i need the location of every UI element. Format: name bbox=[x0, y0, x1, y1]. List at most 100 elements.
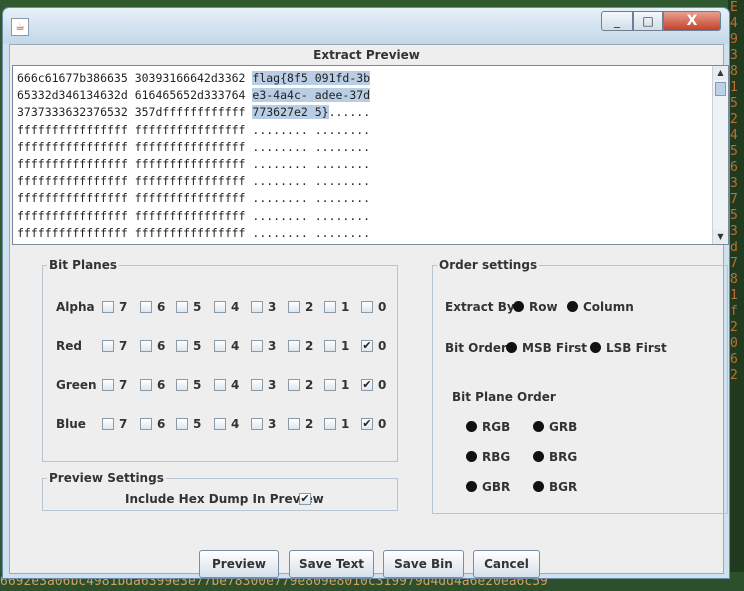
bit-checkbox[interactable] bbox=[251, 418, 263, 430]
bit-plane-order-label: Bit Plane Order bbox=[452, 390, 556, 404]
bit-checkbox[interactable] bbox=[102, 379, 114, 391]
bit-label: 3 bbox=[268, 300, 277, 314]
bit-label: 6 bbox=[157, 417, 166, 431]
bit-checkbox[interactable]: ✔ bbox=[361, 418, 373, 430]
extract-by-column-radio[interactable] bbox=[567, 301, 578, 312]
background-char: 2 bbox=[730, 368, 738, 383]
bit-label: 2 bbox=[305, 300, 314, 314]
bit-order-lsb-label: LSB First bbox=[606, 341, 667, 355]
bit-checkbox[interactable] bbox=[214, 379, 226, 391]
preview-line: 3737333632376532 357dffffffffffff 773627… bbox=[17, 104, 717, 121]
save-bin-button[interactable]: Save Bin bbox=[383, 550, 464, 578]
bit-checkbox[interactable] bbox=[176, 340, 188, 352]
bit-plane-row-label: Blue bbox=[56, 417, 86, 431]
bit-checkbox[interactable] bbox=[102, 340, 114, 352]
background-char: 3 bbox=[730, 48, 738, 63]
background-char: 8 bbox=[730, 64, 738, 79]
dialog-content: Extract Preview 666c61677b386635 3039316… bbox=[9, 44, 729, 578]
preview-ascii: ........ ........ bbox=[252, 225, 371, 240]
bit-checkbox[interactable] bbox=[251, 340, 263, 352]
bit-label: 1 bbox=[341, 300, 350, 314]
minimize-button[interactable]: _ bbox=[601, 11, 633, 31]
bit-plane-order-radio[interactable] bbox=[533, 451, 544, 462]
bit-plane-order-radio[interactable] bbox=[466, 421, 477, 432]
cancel-button[interactable]: Cancel bbox=[473, 550, 540, 578]
bit-checkbox[interactable] bbox=[361, 301, 373, 313]
bit-checkbox[interactable] bbox=[214, 418, 226, 430]
bit-checkbox[interactable] bbox=[251, 301, 263, 313]
bit-plane-order-radio[interactable] bbox=[533, 481, 544, 492]
bit-plane-order-option-label: GBR bbox=[482, 480, 511, 494]
bit-label: 7 bbox=[119, 300, 128, 314]
maximize-button[interactable]: □ bbox=[633, 11, 663, 31]
bit-checkbox[interactable]: ✔ bbox=[361, 340, 373, 352]
bit-checkbox[interactable] bbox=[288, 301, 300, 313]
bit-order-label: Bit Order bbox=[445, 341, 507, 355]
bit-label: 6 bbox=[157, 378, 166, 392]
preview-ascii: ...... bbox=[328, 105, 371, 120]
bit-checkbox[interactable] bbox=[288, 340, 300, 352]
bit-order-msb-radio[interactable] bbox=[506, 342, 517, 353]
bit-plane-order-radio[interactable] bbox=[466, 451, 477, 462]
bit-plane-order-radio[interactable] bbox=[533, 421, 544, 432]
bit-checkbox[interactable] bbox=[102, 418, 114, 430]
preview-settings-title: Preview Settings bbox=[49, 471, 164, 485]
bit-checkbox[interactable] bbox=[140, 340, 152, 352]
bit-checkbox[interactable] bbox=[176, 301, 188, 313]
background-char: d bbox=[730, 240, 738, 255]
bit-checkbox[interactable] bbox=[102, 301, 114, 313]
preview-hex: ffffffffffffffff ffffffffffffffff bbox=[17, 174, 253, 189]
background-char: 1 bbox=[730, 80, 738, 95]
bit-plane-row-label: Green bbox=[56, 378, 97, 392]
preview-hex: ffffffffffffffff ffffffffffffffff bbox=[17, 139, 253, 154]
preview-ascii: ........ ........ bbox=[252, 208, 371, 223]
bit-label: 4 bbox=[231, 417, 240, 431]
bit-plane-row-label: Alpha bbox=[56, 300, 95, 314]
bit-checkbox[interactable] bbox=[324, 301, 336, 313]
background-char: 8 bbox=[730, 272, 738, 287]
bit-checkbox[interactable] bbox=[140, 301, 152, 313]
bit-checkbox[interactable] bbox=[214, 340, 226, 352]
preview-button[interactable]: Preview bbox=[199, 550, 279, 578]
bit-checkbox[interactable] bbox=[176, 379, 188, 391]
bit-checkbox[interactable] bbox=[324, 379, 336, 391]
close-button[interactable]: X bbox=[663, 11, 721, 31]
preview-line: ffffffffffffffff ffffffffffffffff ......… bbox=[17, 225, 717, 242]
preview-text-area[interactable]: 666c61677b386635 30393166642d3362 flag{8… bbox=[12, 65, 729, 245]
scroll-thumb[interactable] bbox=[715, 82, 726, 96]
extract-by-row-radio[interactable] bbox=[513, 301, 524, 312]
background-char: E bbox=[730, 0, 738, 15]
title-bar[interactable]: ☕ _ □ X bbox=[3, 8, 729, 44]
scroll-up-icon[interactable]: ▲ bbox=[713, 66, 728, 80]
bit-checkbox[interactable] bbox=[140, 379, 152, 391]
java-cup-icon: ☕ bbox=[11, 18, 29, 36]
background-char: 5 bbox=[730, 96, 738, 111]
vertical-scrollbar[interactable]: ▲ ▼ bbox=[712, 66, 728, 244]
bit-checkbox[interactable] bbox=[324, 418, 336, 430]
order-settings-title: Order settings bbox=[439, 258, 538, 272]
preview-title: Extract Preview bbox=[313, 48, 420, 62]
save-text-button[interactable]: Save Text bbox=[289, 550, 374, 578]
scroll-down-icon[interactable]: ▼ bbox=[713, 230, 728, 244]
bit-checkbox[interactable] bbox=[324, 340, 336, 352]
hex-dump-checkbox[interactable]: ✔ bbox=[299, 493, 311, 505]
bit-label: 3 bbox=[268, 378, 277, 392]
bit-planes-group: Bit Planes bbox=[42, 258, 398, 462]
bit-label: 5 bbox=[193, 378, 202, 392]
bit-plane-order-radio[interactable] bbox=[466, 481, 477, 492]
bit-plane-order-option-label: BRG bbox=[549, 450, 578, 464]
bit-label: 4 bbox=[231, 300, 240, 314]
preview-line: ffffffffffffffff ffffffffffffffff ......… bbox=[17, 173, 717, 190]
bit-checkbox[interactable] bbox=[288, 418, 300, 430]
bit-checkbox[interactable] bbox=[288, 379, 300, 391]
bit-checkbox[interactable]: ✔ bbox=[361, 379, 373, 391]
bit-checkbox[interactable] bbox=[140, 418, 152, 430]
extract-by-label: Extract By bbox=[445, 300, 515, 314]
bit-label: 3 bbox=[268, 339, 277, 353]
bit-label: 2 bbox=[305, 417, 314, 431]
background-char: 5 bbox=[730, 144, 738, 159]
bit-checkbox[interactable] bbox=[214, 301, 226, 313]
bit-order-lsb-radio[interactable] bbox=[590, 342, 601, 353]
bit-checkbox[interactable] bbox=[251, 379, 263, 391]
bit-checkbox[interactable] bbox=[176, 418, 188, 430]
